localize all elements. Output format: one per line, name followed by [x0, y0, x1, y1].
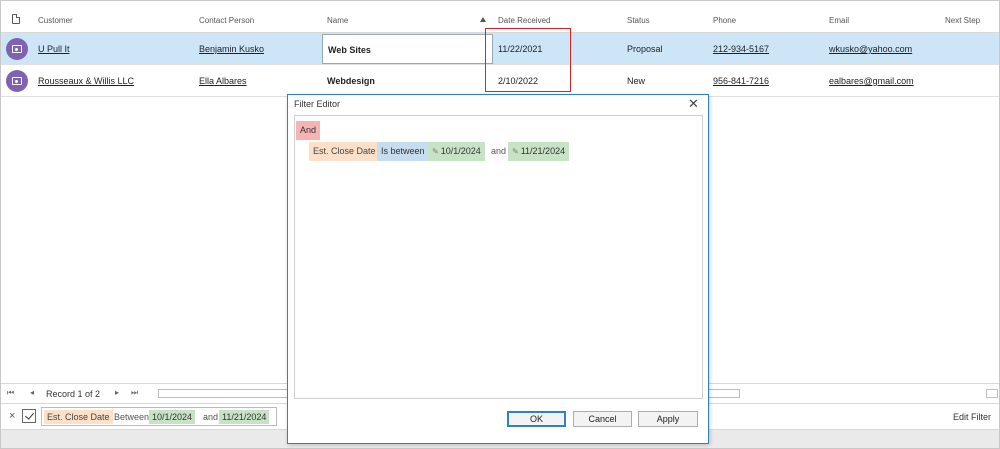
cell-name: Web Sites: [328, 45, 371, 55]
condition-field[interactable]: Est. Close Date: [309, 142, 380, 161]
cell-customer[interactable]: U Pull It: [38, 44, 70, 54]
scrollbar-end[interactable]: [986, 389, 998, 398]
document-icon[interactable]: [12, 14, 20, 24]
filter-value2-tag: 11/21/2024: [219, 410, 270, 424]
prev-record-button[interactable]: ◂: [30, 388, 34, 397]
col-header-status[interactable]: Status: [627, 16, 650, 25]
filter-editor-dialog: Filter Editor ✕ And Est. Close Date Is b…: [287, 94, 709, 444]
col-header-customer[interactable]: Customer: [38, 16, 73, 25]
last-record-button[interactable]: ⏭: [131, 388, 138, 398]
apply-button[interactable]: Apply: [638, 411, 698, 427]
sort-ascending-icon: [480, 17, 486, 22]
condition-value1[interactable]: ✎ 10/1/2024: [428, 142, 485, 161]
cell-email[interactable]: ealbares@gmail.com: [829, 76, 914, 86]
cancel-button[interactable]: Cancel: [573, 411, 632, 427]
filter-conjunction: and: [203, 412, 219, 422]
filter-tree: And Est. Close Date Is between ✎ 10/1/202…: [294, 115, 703, 399]
first-record-button[interactable]: ⏮: [7, 388, 14, 398]
dialog-title: Filter Editor: [294, 99, 341, 109]
cell-phone[interactable]: 212-934-5167: [713, 44, 769, 54]
cell-status: New: [627, 76, 646, 86]
filter-expression[interactable]: Est. Close Date Between 10/1/2024 and 11…: [41, 407, 277, 426]
cell-name-editor[interactable]: Web Sites: [322, 34, 493, 64]
pencil-icon: ✎: [512, 147, 519, 156]
edit-filter-link[interactable]: Edit Filter: [953, 412, 991, 422]
ok-button[interactable]: OK: [507, 411, 566, 427]
filter-value1-tag: 10/1/2024: [149, 410, 196, 424]
cell-contact[interactable]: Ella Albares: [199, 76, 247, 86]
cell-name: Webdesign: [327, 76, 375, 86]
col-header-email[interactable]: Email: [829, 16, 849, 25]
col-header-date-received[interactable]: Date Received: [498, 16, 550, 25]
record-counter: Record 1 of 2: [46, 389, 101, 399]
condition-value1-text: 10/1/2024: [440, 146, 481, 156]
condition-value2[interactable]: ✎ 11/21/2024: [508, 142, 570, 161]
close-icon[interactable]: ✕: [688, 96, 699, 112]
filter-field-tag: Est. Close Date: [44, 410, 113, 424]
condition-operator[interactable]: Is between: [377, 142, 429, 161]
group-operator-and[interactable]: And: [296, 121, 321, 140]
cell-customer[interactable]: Rousseaux & Willis LLC: [38, 76, 134, 86]
next-record-button[interactable]: ▸: [115, 388, 119, 397]
cell-email[interactable]: wkusko@yahoo.com: [829, 44, 912, 54]
cell-status: Proposal: [627, 44, 663, 54]
col-header-phone[interactable]: Phone: [713, 16, 736, 25]
filter-enable-checkbox[interactable]: [22, 409, 36, 423]
cell-phone[interactable]: 956-841-7216: [713, 76, 769, 86]
condition-conjunction: and: [491, 146, 507, 156]
clear-filter-icon[interactable]: ×: [9, 410, 15, 422]
col-header-name[interactable]: Name: [327, 16, 348, 25]
col-header-contact[interactable]: Contact Person: [199, 16, 254, 25]
camera-icon: [6, 38, 28, 60]
annotation-highlight-box: [485, 28, 571, 92]
col-header-next-step[interactable]: Next Step: [945, 16, 980, 25]
condition-value2-text: 11/21/2024: [520, 146, 566, 156]
pencil-icon: ✎: [432, 147, 439, 156]
filter-operator-tag: Between: [114, 412, 150, 422]
cell-contact[interactable]: Benjamin Kusko: [199, 44, 264, 54]
camera-icon: [6, 70, 28, 92]
